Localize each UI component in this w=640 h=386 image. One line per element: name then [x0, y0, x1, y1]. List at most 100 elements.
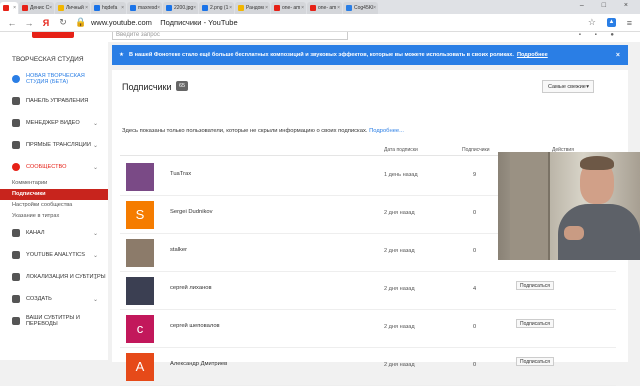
url-field[interactable]: www.youtube.com Подписчики - YouTube	[91, 18, 238, 27]
browser-tab[interactable]: hqdefa ×	[91, 2, 126, 14]
sort-dropdown[interactable]: Самые свежие ▾	[542, 80, 594, 93]
tab-close-icon[interactable]: ×	[193, 5, 196, 11]
sidebar-item[interactable]: ВАШИ СУБТИТРЫ И ПЕРЕВОДЫ	[0, 310, 108, 332]
youtube-logo-icon[interactable]	[32, 32, 74, 38]
browser-tab[interactable]: Денис С ×	[19, 2, 54, 14]
sidebar-subitem[interactable]: Комментарии	[0, 178, 108, 189]
subscriber-name[interactable]: TuaTrax	[170, 171, 191, 177]
sidebar-item-icon	[12, 119, 20, 127]
sidebar-item[interactable]: КАНАЛ ⌄	[0, 222, 108, 244]
sidebar-item[interactable]: НОВАЯ ТВОРЧЕСКАЯ СТУДИЯ (БЕТА)	[0, 68, 108, 90]
tab-close-icon[interactable]: ×	[49, 5, 52, 11]
tab-close-icon[interactable]: ×	[301, 5, 304, 11]
avatar[interactable]	[126, 163, 154, 191]
tab-close-icon[interactable]: ×	[121, 5, 124, 11]
youtube-search-input[interactable]: Введите запрос	[112, 32, 348, 40]
browser-tab[interactable]: one- am ×	[271, 2, 306, 14]
notice-link[interactable]: Подробнее	[517, 52, 548, 58]
subscriber-name[interactable]: Александр Дмитриев	[170, 361, 227, 367]
subscriber-name[interactable]: stalker	[170, 247, 187, 253]
sidebar-item[interactable]: ПРЯМЫЕ ТРАНСЛЯЦИИ ⌄	[0, 134, 108, 156]
reload-icon[interactable]: ↻	[58, 17, 68, 28]
info-link[interactable]: Подробнее...	[369, 128, 404, 134]
chevron-down-icon: ⌄	[92, 274, 98, 281]
browser-tab[interactable]: maxresd ×	[127, 2, 162, 14]
close-icon[interactable]: ×	[616, 52, 620, 59]
sidebar-item-icon	[12, 229, 20, 237]
lock-icon: 🔒	[75, 17, 87, 27]
sidebar-item-icon	[12, 295, 20, 303]
sidebar-title: ТВОРЧЕСКАЯ СТУДИЯ	[12, 56, 84, 63]
subscription-date: 2 дня назад	[384, 286, 415, 292]
tab-close-icon[interactable]: ×	[85, 5, 88, 11]
sidebar-item-icon	[12, 163, 20, 171]
tab-close-icon[interactable]: ×	[157, 5, 160, 11]
header-icons[interactable]: ▪ ▪ ●	[579, 32, 620, 38]
chevron-down-icon: ▾	[586, 84, 589, 90]
avatar[interactable]: S	[126, 201, 154, 229]
subscription-date: 2 дня назад	[384, 324, 415, 330]
tab-label: hqdefa	[102, 5, 118, 11]
subscriber-name[interactable]: Sergei Dudnikov	[170, 209, 213, 215]
yandex-icon[interactable]: Я	[41, 18, 51, 28]
browser-tab[interactable]: 2200.jpg ×	[163, 2, 198, 14]
sidebar-item-icon	[12, 75, 20, 83]
sidebar-item[interactable]: ПАНЕЛЬ УПРАВЛЕНИЯ	[0, 90, 108, 112]
bookmark-star-icon[interactable]: ☆	[588, 17, 596, 28]
tab-close-icon[interactable]: ×	[373, 5, 376, 11]
tab-label: Cog45KI	[354, 5, 374, 11]
chevron-down-icon: ⌄	[92, 296, 98, 303]
subscribe-button[interactable]: Подписаться	[516, 357, 554, 366]
tab-close-icon[interactable]: ×	[13, 5, 16, 11]
browser-tab[interactable]: one- am ×	[307, 2, 342, 14]
sidebar-item-label: ПРЯМЫЕ ТРАНСЛЯЦИИ	[26, 142, 91, 148]
browser-tab[interactable]: Рандом ×	[235, 2, 270, 14]
tab-label: one- am	[318, 5, 337, 11]
avatar[interactable]: с	[126, 315, 154, 343]
browser-menu-icon[interactable]: ≡	[627, 18, 632, 28]
sidebar-item[interactable]: СООБЩЕСТВО ⌄	[0, 156, 108, 178]
info-text: Здесь показаны только пользователи, кото…	[122, 128, 368, 134]
forward-icon[interactable]: →	[24, 18, 34, 28]
chevron-down-icon: ⌄	[92, 142, 98, 149]
sidebar-item[interactable]: СОЗДАТЬ ⌄	[0, 288, 108, 310]
avatar[interactable]	[126, 277, 154, 305]
sidebar-item-icon	[12, 97, 20, 105]
subscribe-button[interactable]: Подписаться	[516, 281, 554, 290]
tab-close-icon[interactable]: ×	[337, 5, 340, 11]
sidebar-item-label: СОЗДАТЬ	[26, 296, 52, 302]
subscriber-name[interactable]: сергей шеповалов	[170, 323, 220, 329]
browser-tab[interactable]: Личный ×	[55, 2, 90, 14]
sidebar-item[interactable]: YOUTUBE ANALYTICS ⌄	[0, 244, 108, 266]
sidebar-subitem[interactable]: Указание в титрах	[0, 211, 108, 222]
sidebar-item-icon	[12, 251, 20, 259]
address-bar: ← → Я ↻ 🔒 www.youtube.com Подписчики - Y…	[0, 14, 640, 32]
avatar[interactable]: А	[126, 353, 154, 381]
sidebar-subitem[interactable]: Подписчики	[0, 189, 108, 200]
extension-icon[interactable]: ▲	[607, 18, 616, 27]
window-controls[interactable]: – □ ×	[580, 2, 636, 9]
subscription-date: 2 дня назад	[384, 210, 415, 216]
browser-tab[interactable]: ×	[0, 2, 18, 14]
tab-label: 2200.jpg	[174, 5, 194, 11]
chevron-down-icon: ⌄	[92, 120, 98, 127]
subscriber-name[interactable]: сергей лиханов	[170, 285, 212, 291]
tab-favicon-icon	[130, 5, 136, 11]
subscriber-count-badge: 65	[176, 81, 189, 91]
url-page-title: Подписчики - YouTube	[160, 18, 238, 27]
webcam-door	[510, 152, 550, 260]
sidebar-subitem[interactable]: Настройки сообщества	[0, 200, 108, 211]
tab-close-icon[interactable]: ×	[265, 5, 268, 11]
sidebar-item[interactable]: МЕНЕДЖЕР ВИДЕО ⌄	[0, 112, 108, 134]
subscribe-button[interactable]: Подписаться	[516, 319, 554, 328]
sidebar-item-icon	[12, 317, 20, 325]
tab-close-icon[interactable]: ×	[229, 5, 232, 11]
subscription-date: 1 день назад	[384, 172, 418, 178]
avatar[interactable]	[126, 239, 154, 267]
tab-favicon-icon	[238, 5, 244, 11]
sidebar-item[interactable]: ЛОКАЛИЗАЦИЯ И СУБТИТРЫ ⌄	[0, 266, 108, 288]
chevron-down-icon: ⌄	[92, 252, 98, 259]
browser-tab[interactable]: 2.png (1 ×	[199, 2, 234, 14]
browser-tab[interactable]: Cog45KI ×	[343, 2, 378, 14]
back-icon[interactable]: ←	[7, 18, 17, 28]
